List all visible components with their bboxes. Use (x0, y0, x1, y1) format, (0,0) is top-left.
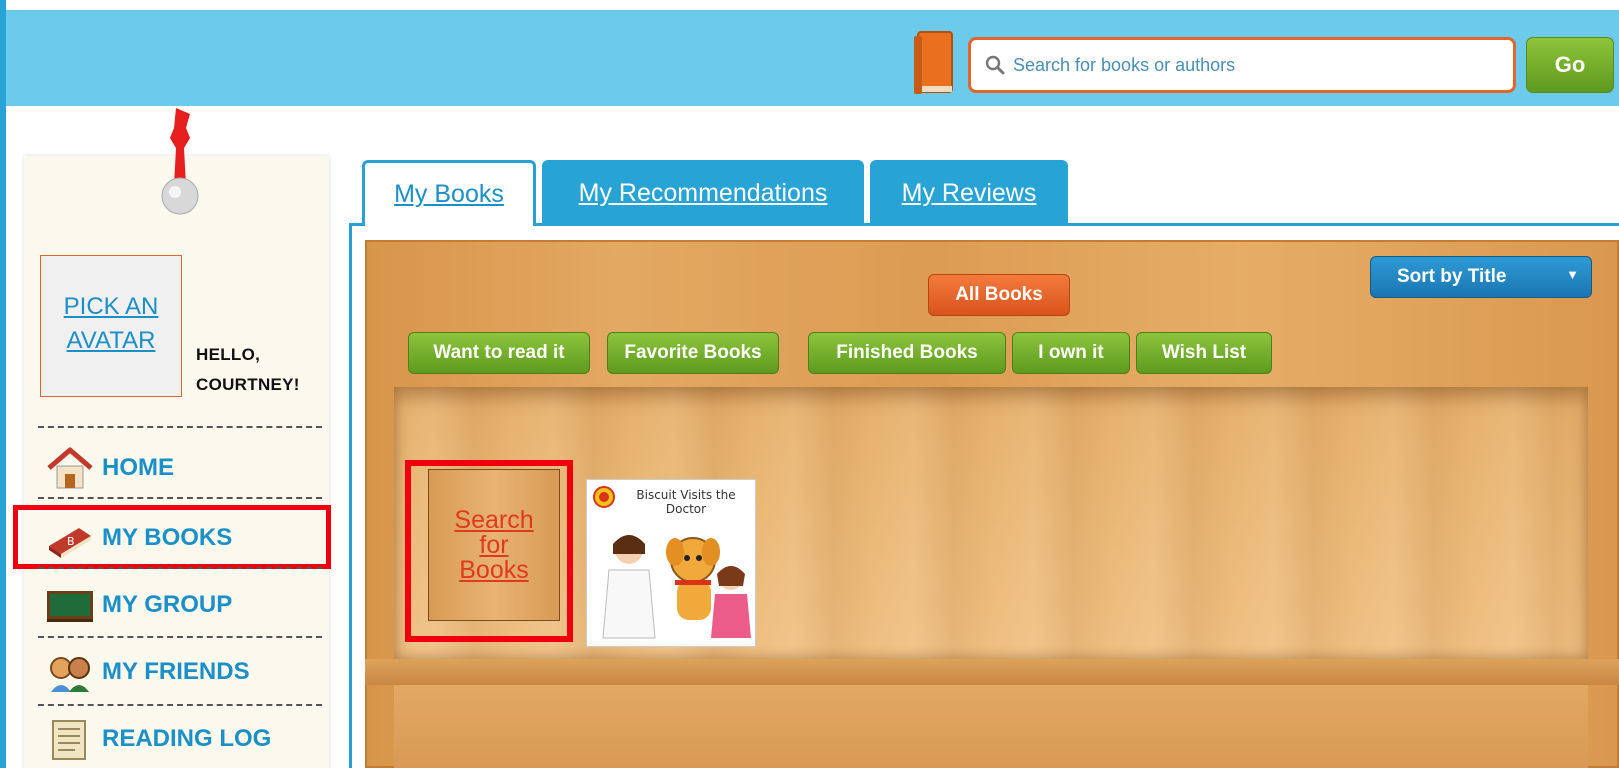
bookshelf-ledge (365, 659, 1619, 685)
go-button[interactable]: Go (1526, 37, 1614, 93)
tab-label: My Recommendations (578, 178, 828, 207)
left-edge-bar (0, 0, 6, 768)
bookshelf-compartment (394, 387, 1588, 659)
book-cover[interactable]: Biscuit Visits the Doctor (586, 479, 756, 647)
sidebar-divider (38, 497, 322, 499)
search-icon (985, 55, 1005, 75)
book-logo-icon (914, 31, 953, 94)
friends-icon (42, 650, 98, 694)
sidebar-item-label: READING LOG (102, 725, 272, 752)
filter-finished-books-button[interactable]: Finished Books (808, 332, 1006, 374)
book-illustration (602, 535, 751, 639)
tab-label: My Books (394, 180, 504, 208)
tab-my-recommendations[interactable]: My Recommendations (542, 160, 864, 226)
greeting-name: COURTNEY! (196, 375, 300, 394)
all-books-button[interactable]: All Books (928, 274, 1070, 316)
sidebar-item-label: HOME (102, 454, 174, 481)
series-badge-icon (593, 486, 615, 508)
sidebar-item-reading-log[interactable]: READING LOG (42, 714, 271, 764)
sidebar-divider (38, 426, 322, 428)
greeting-hello: HELLO, (196, 345, 261, 364)
tab-label: My Reviews (901, 178, 1037, 207)
scroll-icon (42, 717, 98, 761)
filter-wish-list-button[interactable]: Wish List (1136, 332, 1272, 374)
filter-want-to-read-button[interactable]: Want to read it (408, 332, 590, 374)
sidebar-item-label: MY FRIENDS (102, 658, 250, 685)
chalkboard-icon (42, 583, 98, 627)
caret-down-icon: ▼ (1566, 267, 1579, 282)
book-title: Biscuit Visits the Doctor (636, 488, 736, 516)
avatar-placeholder[interactable]: PICK AN AVATAR (40, 255, 182, 397)
greeting: HELLO, COURTNEY! (196, 340, 300, 400)
sidebar-divider (38, 567, 322, 569)
tab-my-reviews[interactable]: My Reviews (870, 160, 1068, 226)
sidebar-item-home[interactable]: HOME (42, 443, 174, 493)
filter-i-own-it-button[interactable]: I own it (1012, 332, 1130, 374)
sidebar-divider (38, 636, 322, 638)
sidebar-item-my-group[interactable]: MY GROUP (42, 580, 232, 630)
bookshelf-lower-compartment (394, 685, 1588, 768)
house-icon (42, 446, 98, 490)
sort-select-value: Sort by Title (1397, 266, 1507, 287)
bookmark-pin-icon (161, 108, 199, 215)
pick-avatar-link[interactable]: PICK AN AVATAR (56, 290, 166, 358)
sort-select[interactable]: Sort by Title ▼ (1370, 256, 1592, 298)
my-books-highlight-box (13, 505, 331, 569)
tab-my-books[interactable]: My Books (362, 160, 536, 226)
sidebar-item-label: MY GROUP (102, 591, 233, 618)
sidebar-divider (38, 704, 322, 706)
sidebar-item-my-friends[interactable]: MY FRIENDS (42, 647, 250, 697)
search-input[interactable] (1013, 54, 1493, 76)
filter-favorite-books-button[interactable]: Favorite Books (607, 332, 779, 374)
search-box[interactable] (968, 37, 1516, 93)
page: Go PICK AN AVATAR HELLO, COURTNEY! HOME (0, 0, 1619, 768)
search-books-highlight-box (405, 460, 573, 642)
